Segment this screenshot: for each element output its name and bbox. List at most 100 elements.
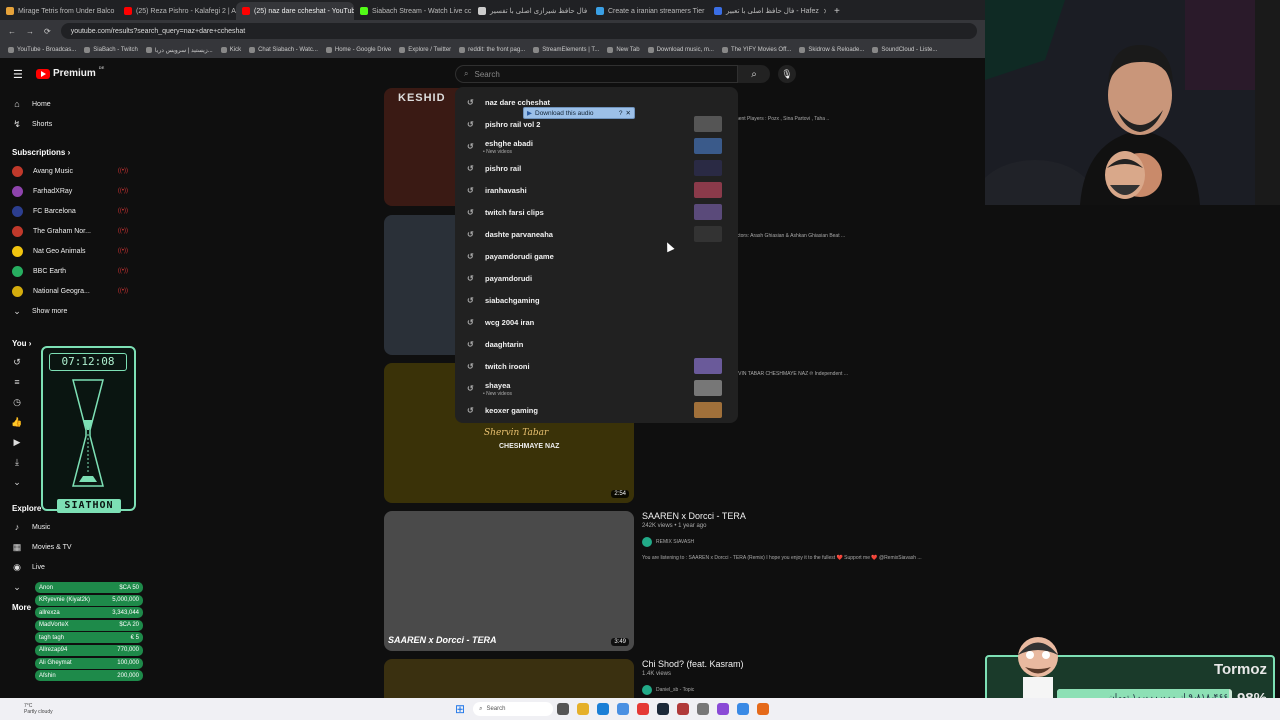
- sidebar-item-movies[interactable]: ▦ Movies & TV: [0, 537, 140, 557]
- search-suggestion-item[interactable]: ↺ iranhavashi: [455, 179, 738, 201]
- sidebar-item-home[interactable]: ⌂ Home: [0, 94, 140, 114]
- bookmark-item[interactable]: reddit: the front pag...: [459, 47, 525, 53]
- browser-tab[interactable]: (25) naz dare ccheshat - YouTub✕: [236, 2, 354, 20]
- donor-name: KRyevnie (Kiyat2k): [39, 597, 91, 604]
- sidebar-item-live[interactable]: ◉ Live: [0, 557, 140, 577]
- browser-tab[interactable]: (25) Reza Pishro - Kalafegi 2 | A✕: [118, 2, 236, 20]
- video-title[interactable]: SAAREN x Dorcci - TERA: [642, 511, 922, 521]
- search-suggestion-item[interactable]: ↺ twitch farsi clips: [455, 201, 738, 223]
- search-suggestion-item[interactable]: ↺ shayea • New videos: [455, 377, 738, 399]
- suggestion-thumbnail: [694, 116, 722, 132]
- obs-icon[interactable]: [717, 703, 730, 715]
- browser-tab[interactable]: فال حافظ شیرازی اصلی با تفسیر✕: [472, 2, 590, 20]
- browser-tab[interactable]: Siabach Stream - Watch Live cc✕: [354, 2, 472, 20]
- bookmark-label: YouTube - Broadcas...: [17, 47, 77, 53]
- url-field[interactable]: youtube.com/results?search_query=naz+dar…: [60, 23, 977, 39]
- search-suggestion-item[interactable]: ↺ eshghe abadi • New videos: [455, 135, 738, 157]
- sidebar-item-music[interactable]: ♪ Music: [0, 517, 140, 537]
- subscriptions-header[interactable]: Subscriptions ›: [0, 142, 140, 161]
- search-suggestion-item[interactable]: ↺ payamdorudi game: [455, 245, 738, 267]
- suggestion-text: payamdorudi: [485, 273, 533, 283]
- edge-icon[interactable]: [597, 703, 610, 715]
- sidebar-item-subscription[interactable]: FarhadXRay ((•)): [0, 181, 140, 201]
- help-icon[interactable]: ?: [619, 110, 623, 117]
- sidebar-label: Movies & TV: [32, 543, 72, 551]
- app-icon[interactable]: [697, 703, 710, 715]
- settings-icon[interactable]: [617, 703, 630, 715]
- bookmark-favicon-icon: [8, 47, 14, 53]
- close-icon[interactable]: ✕: [626, 109, 631, 117]
- back-icon[interactable]: ←: [8, 27, 16, 36]
- search-suggestion-item[interactable]: ↺ dashte parvaneaha: [455, 223, 738, 245]
- bookmark-item[interactable]: SiaBach - Twitch: [84, 47, 138, 53]
- browser-tab[interactable]: Create a iranian streamers Tier✕: [590, 2, 708, 20]
- bookmark-item[interactable]: Download music, m...: [647, 47, 714, 53]
- app-icon[interactable]: [757, 703, 770, 715]
- voice-search-button[interactable]: 🎙: [778, 65, 796, 83]
- search-suggestion-item[interactable]: ↺ wcg 2004 iran: [455, 311, 738, 333]
- sidebar-item-subscription[interactable]: Avang Music ((•)): [0, 161, 140, 181]
- sidebar-item-subscription[interactable]: Nat Geo Animals ((•)): [0, 241, 140, 261]
- sidebar-item-subscription[interactable]: FC Barcelona ((•)): [0, 201, 140, 221]
- search-suggestion-item[interactable]: ↺ daaghtarin: [455, 333, 738, 355]
- bookmark-favicon-icon: [872, 47, 879, 53]
- channel-name: Daniel_sb - Topic: [656, 687, 695, 693]
- bookmark-item[interactable]: YouTube - Broadcas...: [8, 47, 76, 53]
- logo-badge: DE: [98, 65, 105, 70]
- bookmark-item[interactable]: The YIFY Movies Off...: [721, 47, 791, 53]
- bookmark-label: Kick: [229, 47, 242, 53]
- show-more-button[interactable]: ⌄ Show more: [0, 301, 140, 321]
- video-thumbnail[interactable]: SAAREN x Dorcci - TERA 3:49: [384, 511, 634, 651]
- taskbar-search[interactable]: ⌕ Search: [473, 702, 554, 716]
- search-suggestion-item[interactable]: ↺ twitch irooni: [455, 355, 738, 377]
- bookmark-favicon-icon: [533, 47, 540, 53]
- video-channel[interactable]: REMIX SIAVASH: [642, 537, 922, 547]
- weather-widget[interactable]: 7°C Partly cloudy: [0, 703, 53, 715]
- sidebar-item-shorts[interactable]: ↯ Shorts: [0, 114, 140, 134]
- app-icon[interactable]: [677, 703, 690, 715]
- subscription-name: Avang Music: [33, 167, 73, 175]
- tab-title: Mirage Tetris from Under Balco: [18, 7, 115, 15]
- search-suggestion-item[interactable]: ↺ siabachgaming: [455, 289, 738, 311]
- file-explorer-icon[interactable]: [577, 703, 590, 715]
- task-view-icon[interactable]: [557, 703, 570, 715]
- bookmark-item[interactable]: Skidrow & Reloade...: [799, 47, 864, 53]
- bookmark-item[interactable]: StreamElements | T...: [533, 47, 599, 53]
- bookmark-item[interactable]: Explore / Twitter: [399, 47, 451, 53]
- bookmark-item[interactable]: New Tab: [607, 47, 640, 53]
- hamburger-menu-icon[interactable]: ☰: [13, 68, 23, 81]
- bookmark-favicon-icon: [220, 47, 227, 53]
- video-title[interactable]: Chi Shod? (feat. Kasram): [642, 659, 744, 669]
- new-tab-icon[interactable]: +: [826, 6, 848, 20]
- telegram-icon[interactable]: [737, 703, 750, 715]
- forward-icon[interactable]: →: [26, 27, 34, 36]
- donor-name: Ali Gheymat: [39, 660, 72, 667]
- bookmark-item[interactable]: Home - Google Drive: [325, 47, 391, 53]
- bookmark-item[interactable]: Kick: [220, 47, 242, 53]
- browser-tab[interactable]: Mirage Tetris from Under Balco✕: [0, 2, 118, 20]
- bookmark-item[interactable]: Chat Siabach - Watc...: [249, 47, 318, 53]
- search-suggestion-item[interactable]: ↺ keoxer gaming: [455, 399, 738, 421]
- search-suggestion-item[interactable]: ↺ pishro rail: [455, 157, 738, 179]
- reload-icon[interactable]: ⟳: [44, 27, 51, 36]
- windows-start-icon[interactable]: ⊞: [455, 702, 465, 716]
- steam-icon[interactable]: [657, 703, 670, 715]
- youtube-logo[interactable]: Premium DE: [36, 65, 105, 79]
- bookmark-item[interactable]: زیستید | سرویس دریا...: [145, 47, 213, 54]
- search-suggestion-item[interactable]: ↺ payamdorudi: [455, 267, 738, 289]
- video-meta: 1.4K views: [642, 671, 672, 677]
- video-channel[interactable]: Daniel_sb - Topic: [642, 685, 744, 695]
- chrome-icon[interactable]: [637, 703, 650, 715]
- bookmark-favicon-icon: [607, 47, 614, 53]
- bookmark-item[interactable]: SoundCloud - Liste...: [872, 47, 937, 53]
- search-input[interactable]: ⌕ Search: [455, 65, 738, 83]
- sidebar-item-subscription[interactable]: BBC Earth ((•)): [0, 261, 140, 281]
- suggestion-subtext: • New videos: [483, 391, 512, 397]
- browser-tab[interactable]: فال حافظ اصلی با تعبیر - Hafez✕: [708, 2, 826, 20]
- search-button[interactable]: ⌕: [738, 65, 770, 83]
- download-audio-popup[interactable]: ▶ Download this audio ? ✕: [523, 107, 635, 119]
- sidebar-item-subscription[interactable]: National Geogra... ((•)): [0, 281, 140, 301]
- sidebar-item-subscription[interactable]: The Graham Nor... ((•)): [0, 221, 140, 241]
- timer-display: 07:12:08: [49, 353, 127, 371]
- donation-amount: $CA 50: [119, 584, 139, 591]
